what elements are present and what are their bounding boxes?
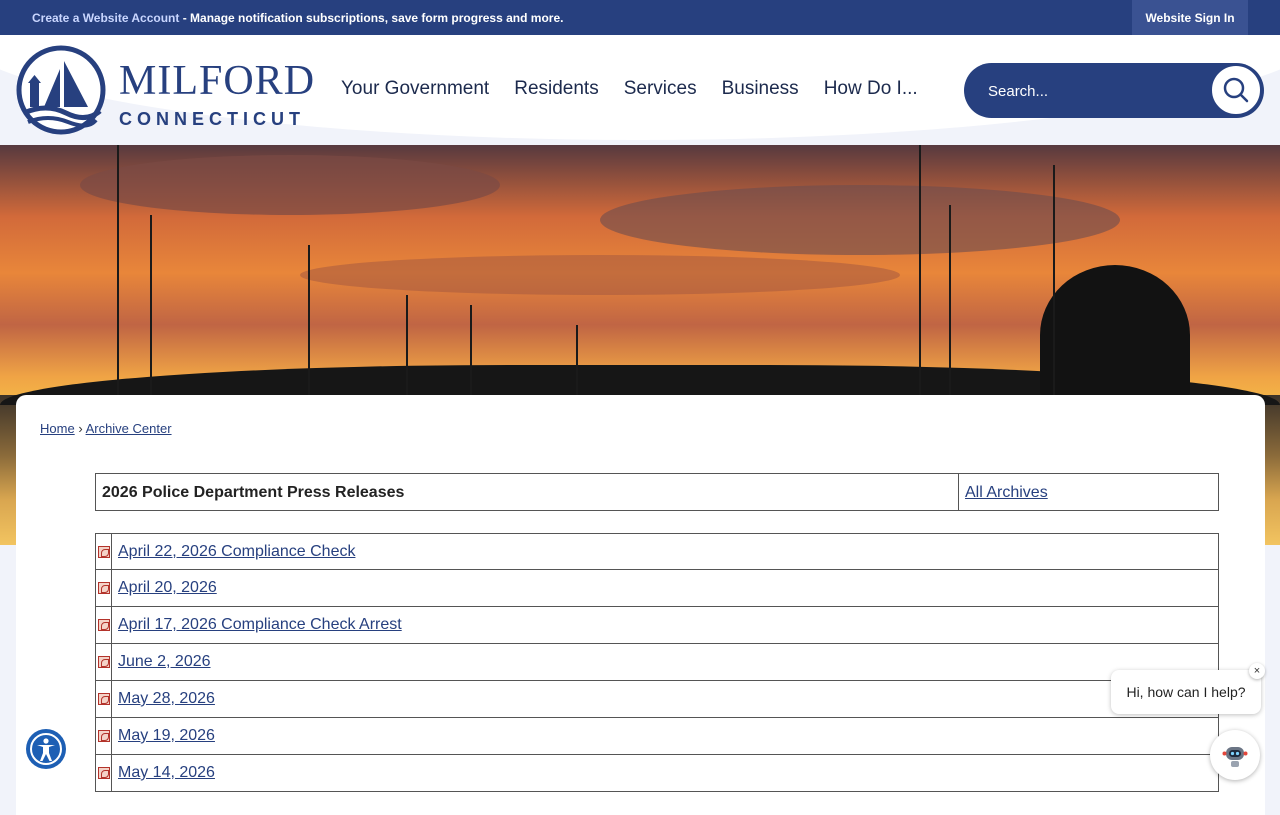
hero-mast [919, 145, 921, 395]
pdf-icon [97, 582, 110, 594]
hero-cloud [600, 185, 1120, 255]
nav-services[interactable]: Services [624, 78, 697, 100]
pdf-icon-cell [96, 681, 112, 717]
accessibility-icon [30, 733, 62, 765]
nav-how-do-i[interactable]: How Do I... [824, 78, 918, 100]
create-account-link[interactable]: Create a Website Account [32, 11, 179, 25]
milford-logo[interactable]: MILFORD CONNECTICUT [16, 45, 326, 135]
account-promo: Create a Website Account - Manage notifi… [32, 11, 563, 25]
archive-link[interactable]: April 17, 2026 Compliance Check Arrest [118, 616, 402, 634]
account-promo-text: - Manage notification subscriptions, sav… [179, 11, 564, 25]
list-item: May 28, 2026 [95, 681, 1219, 718]
list-item: May 19, 2026 [95, 718, 1219, 755]
search-input[interactable] [986, 78, 1180, 104]
site-header: MILFORD CONNECTICUT Your Government Resi… [0, 35, 1280, 145]
hero-mast [470, 305, 472, 395]
hero-mast [949, 205, 951, 395]
website-sign-in-button[interactable]: Website Sign In [1132, 0, 1248, 35]
archive-link[interactable]: May 28, 2026 [118, 690, 215, 708]
search-icon [1223, 77, 1249, 103]
chatbot-button[interactable] [1210, 730, 1260, 780]
list-item: April 22, 2026 Compliance Check [95, 533, 1219, 570]
hero-mast [576, 325, 578, 395]
pdf-icon-cell [96, 607, 112, 643]
hero-mast [150, 215, 152, 395]
archive-link[interactable]: May 19, 2026 [118, 727, 215, 745]
hero-cloud [300, 255, 900, 295]
breadcrumb-archive-center[interactable]: Archive Center [86, 421, 172, 436]
pdf-icon-cell [96, 755, 112, 791]
pdf-icon-cell [96, 644, 112, 680]
archive-title-box: 2026 Police Department Press Releases Al… [95, 473, 1219, 511]
pdf-icon [97, 656, 110, 668]
hero-cloud [80, 155, 500, 215]
content-card: Home › Archive Center 2026 Police Depart… [16, 395, 1265, 815]
nav-business[interactable]: Business [722, 78, 799, 100]
breadcrumb: Home › Archive Center [40, 421, 172, 436]
search-button[interactable] [1210, 64, 1262, 116]
hero-mast [406, 295, 408, 395]
nav-residents[interactable]: Residents [514, 78, 599, 100]
pdf-icon [97, 545, 110, 558]
archive-link[interactable]: May 14, 2026 [118, 764, 215, 782]
top-utility-bar: Create a Website Account - Manage notifi… [0, 0, 1280, 35]
hero-mast [308, 245, 310, 395]
hero-mast [1053, 165, 1055, 395]
chatbot-icon [1222, 747, 1248, 767]
nav-your-government[interactable]: Your Government [341, 78, 489, 100]
archive-link[interactable]: June 2, 2026 [118, 653, 211, 671]
chat-greeting-bubble[interactable]: Hi, how can I help? [1111, 670, 1261, 714]
logo-state-name: CONNECTICUT [119, 109, 305, 129]
breadcrumb-separator: › [78, 421, 83, 436]
site-search [964, 63, 1264, 118]
list-item: April 20, 2026 [95, 570, 1219, 607]
hero-mast [117, 145, 119, 395]
archive-link[interactable]: April 20, 2026 [118, 579, 217, 597]
breadcrumb-home[interactable]: Home [40, 421, 75, 436]
hero-tree [1040, 265, 1190, 405]
sailboat-logo-icon [16, 45, 106, 135]
pdf-icon-cell [96, 534, 112, 569]
logo-city-name: MILFORD [119, 58, 316, 104]
pdf-icon-cell [96, 718, 112, 754]
pdf-icon [97, 767, 110, 779]
accessibility-button[interactable] [26, 729, 66, 769]
archive-title: 2026 Police Department Press Releases [96, 474, 959, 510]
main-navigation: Your Government Residents Services Busin… [341, 78, 943, 100]
pdf-icon-cell [96, 570, 112, 606]
pdf-icon [97, 619, 110, 631]
list-item: April 17, 2026 Compliance Check Arrest [95, 607, 1219, 644]
archive-list: April 22, 2026 Compliance Check April 20… [95, 533, 1219, 792]
list-item: May 14, 2026 [95, 755, 1219, 792]
pdf-icon [97, 693, 110, 705]
chat-close-button[interactable]: × [1249, 663, 1265, 679]
all-archives-link[interactable]: All Archives [959, 474, 1054, 510]
pdf-icon [97, 730, 110, 742]
list-item: June 2, 2026 [95, 644, 1219, 681]
archive-link[interactable]: April 22, 2026 Compliance Check [118, 543, 355, 561]
